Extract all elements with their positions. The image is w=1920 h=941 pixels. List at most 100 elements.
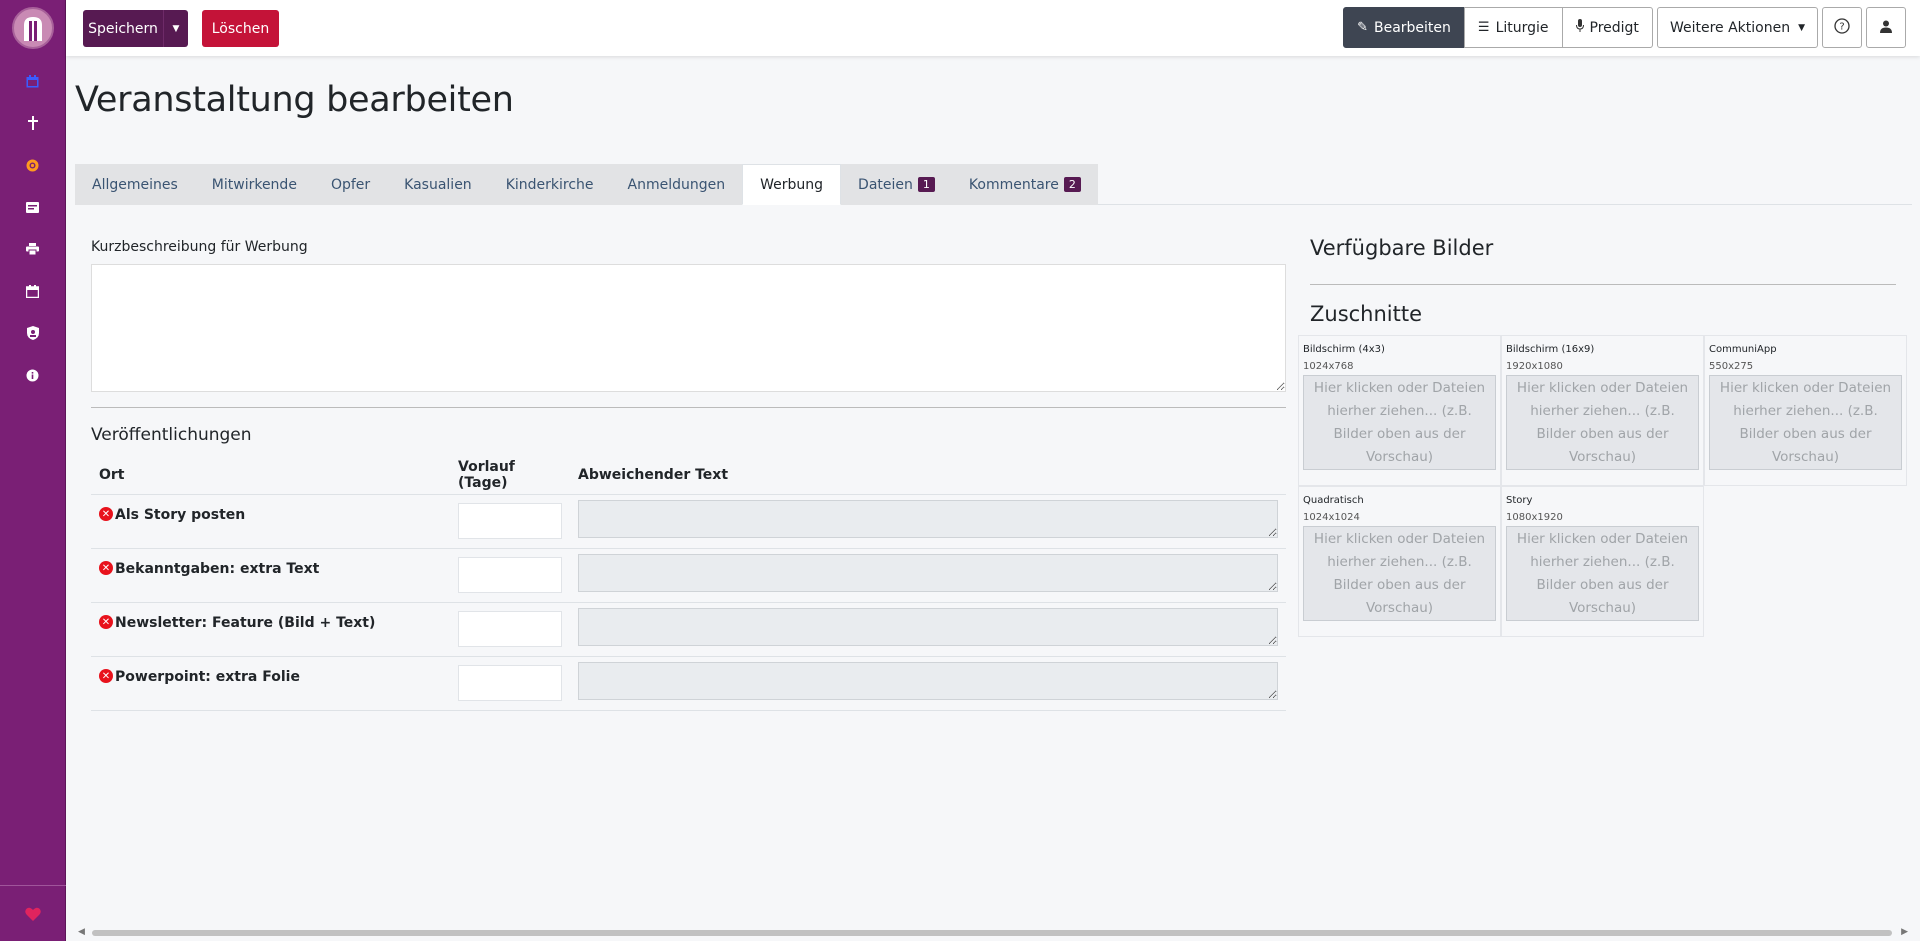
crops-heading: Zuschnitte bbox=[1310, 302, 1423, 326]
sidebar bbox=[0, 0, 66, 941]
tab-mitwirkende[interactable]: Mitwirkende bbox=[194, 164, 314, 205]
tab-anmeldungen[interactable]: Anmeldungen bbox=[610, 164, 743, 205]
remove-circle-icon[interactable]: ✕ bbox=[99, 561, 113, 575]
image-dropzone[interactable]: Hier klicken oder Dateien hierher ziehen… bbox=[1506, 526, 1699, 621]
tab-werbung[interactable]: Werbung bbox=[742, 164, 842, 205]
tab-opfer[interactable]: Opfer bbox=[313, 164, 388, 205]
save-button[interactable]: Speichern bbox=[83, 10, 163, 47]
short-description-textarea[interactable] bbox=[91, 264, 1286, 392]
user-button[interactable] bbox=[1866, 7, 1906, 48]
crop-slot: CommuniApp 550x275 Hier klicken oder Dat… bbox=[1704, 335, 1907, 486]
liturgy-view-button[interactable]: ☰ Liturgie bbox=[1463, 7, 1563, 48]
edit-view-label: Bearbeiten bbox=[1373, 19, 1451, 36]
divider bbox=[1310, 284, 1896, 285]
short-description-label: Kurzbeschreibung für Werbung bbox=[91, 239, 308, 255]
crop-size: 1920x1080 bbox=[1506, 361, 1563, 372]
count-badge: 2 bbox=[1063, 177, 1081, 192]
lead-days-input[interactable] bbox=[458, 665, 562, 701]
tab-dateien[interactable]: Dateien 1 bbox=[841, 164, 952, 205]
globe-icon[interactable] bbox=[0, 144, 66, 186]
top-toolbar: Speichern ▼ Löschen ✎ Bearbeiten ☰ Litur… bbox=[66, 0, 1920, 56]
table-row: ✕ Newsletter: Feature (Bild + Text) bbox=[91, 602, 1286, 657]
info-icon[interactable] bbox=[0, 354, 66, 396]
tab-label: Kasualien bbox=[404, 176, 472, 193]
scrollbar-thumb[interactable] bbox=[92, 930, 1892, 936]
column-header-ort: Ort bbox=[91, 456, 450, 495]
list-icon: ☰ bbox=[1477, 20, 1490, 35]
remove-circle-icon[interactable]: ✕ bbox=[99, 669, 113, 683]
publication-name: Als Story posten bbox=[115, 507, 246, 523]
crop-slot: Bildschirm (16x9) 1920x1080 Hier klicken… bbox=[1501, 335, 1704, 486]
tab-label: Kommentare bbox=[968, 176, 1059, 193]
tab-label: Dateien bbox=[858, 176, 913, 193]
table-row: ✕ Als Story posten bbox=[91, 494, 1286, 549]
lead-days-input[interactable] bbox=[458, 503, 562, 539]
question-circle-icon: ? bbox=[1834, 17, 1850, 38]
toolbar-right: ✎ Bearbeiten ☰ Liturgie Predigt Weitere … bbox=[1343, 7, 1906, 48]
tab-label: Kinderkirche bbox=[505, 176, 594, 193]
alternate-text-input[interactable] bbox=[578, 662, 1278, 700]
crop-slot: Bildschirm (4x3) 1024x768 Hier klicken o… bbox=[1298, 335, 1501, 486]
caret-down-icon: ▼ bbox=[1798, 22, 1805, 33]
sermon-view-button[interactable]: Predigt bbox=[1561, 7, 1653, 48]
printer-icon[interactable] bbox=[0, 228, 66, 270]
logo-icon bbox=[11, 7, 54, 49]
alternate-text-input[interactable] bbox=[578, 500, 1278, 538]
microphone-icon bbox=[1575, 19, 1584, 36]
card-icon[interactable] bbox=[0, 186, 66, 228]
calendar-grid-icon[interactable] bbox=[0, 270, 66, 312]
tab-allgemeines[interactable]: Allgemeines bbox=[75, 164, 195, 205]
liturgy-view-label: Liturgie bbox=[1495, 19, 1549, 36]
horizontal-scrollbar[interactable]: ◀ ▶ bbox=[78, 927, 1908, 937]
more-actions-button[interactable]: Weitere Aktionen ▼ bbox=[1656, 7, 1818, 48]
lead-days-input[interactable] bbox=[458, 557, 562, 593]
divider bbox=[91, 407, 1286, 408]
help-button[interactable]: ? bbox=[1822, 7, 1862, 48]
remove-circle-icon[interactable]: ✕ bbox=[99, 615, 113, 629]
scroll-left-arrow-icon[interactable]: ◀ bbox=[78, 927, 85, 937]
crop-name: CommuniApp bbox=[1709, 344, 1777, 355]
table-row: ✕ Bekanntgaben: extra Text bbox=[91, 548, 1286, 603]
crop-size: 1024x768 bbox=[1303, 361, 1354, 372]
column-header-text: Abweichender Text bbox=[570, 456, 1286, 495]
publication-name: Newsletter: Feature (Bild + Text) bbox=[115, 615, 376, 631]
view-switch-group: ✎ Bearbeiten ☰ Liturgie Predigt bbox=[1343, 7, 1653, 48]
lead-days-input[interactable] bbox=[458, 611, 562, 647]
remove-circle-icon[interactable]: ✕ bbox=[99, 507, 113, 521]
crop-slot: Quadratisch 1024x1024 Hier klicken oder … bbox=[1298, 486, 1501, 637]
heart-icon[interactable] bbox=[0, 885, 66, 941]
calendar-icon[interactable] bbox=[0, 60, 66, 102]
user-icon bbox=[1880, 18, 1892, 37]
caret-down-icon: ▼ bbox=[172, 23, 180, 34]
image-dropzone[interactable]: Hier klicken oder Dateien hierher ziehen… bbox=[1709, 375, 1902, 470]
scroll-right-arrow-icon[interactable]: ▶ bbox=[1901, 927, 1908, 937]
tab-kasualien[interactable]: Kasualien bbox=[387, 164, 489, 205]
cross-icon[interactable] bbox=[0, 102, 66, 144]
crop-slot: Story 1080x1920 Hier klicken oder Dateie… bbox=[1501, 486, 1704, 637]
table-row: ✕ Powerpoint: extra Folie bbox=[91, 656, 1286, 711]
alternate-text-input[interactable] bbox=[578, 554, 1278, 592]
save-dropdown-toggle[interactable]: ▼ bbox=[163, 10, 188, 47]
crop-size: 550x275 bbox=[1709, 361, 1754, 372]
tab-kinderkirche[interactable]: Kinderkirche bbox=[488, 164, 611, 205]
page-title: Veranstaltung bearbeiten bbox=[75, 80, 514, 120]
image-dropzone[interactable]: Hier klicken oder Dateien hierher ziehen… bbox=[1506, 375, 1699, 470]
image-dropzone[interactable]: Hier klicken oder Dateien hierher ziehen… bbox=[1303, 526, 1496, 621]
image-dropzone[interactable]: Hier klicken oder Dateien hierher ziehen… bbox=[1303, 375, 1496, 470]
tab-kommentare[interactable]: Kommentare 2 bbox=[951, 164, 1098, 205]
alternate-text-input[interactable] bbox=[578, 608, 1278, 646]
tab-label: Mitwirkende bbox=[211, 176, 297, 193]
svg-text:?: ? bbox=[1839, 21, 1844, 32]
tab-label: Werbung bbox=[760, 176, 824, 193]
publications-heading: Veröffentlichungen bbox=[91, 425, 252, 445]
tab-label: Anmeldungen bbox=[627, 176, 726, 193]
delete-button[interactable]: Löschen bbox=[202, 10, 279, 47]
shield-user-icon[interactable] bbox=[0, 312, 66, 354]
edit-view-button[interactable]: ✎ Bearbeiten bbox=[1343, 7, 1465, 48]
crop-size: 1080x1920 bbox=[1506, 512, 1563, 523]
crop-name: Bildschirm (4x3) bbox=[1303, 344, 1385, 355]
publication-name: Powerpoint: extra Folie bbox=[115, 669, 300, 685]
app-logo[interactable] bbox=[0, 0, 66, 56]
available-images-heading: Verfügbare Bilder bbox=[1310, 236, 1494, 260]
tab-label: Allgemeines bbox=[92, 176, 178, 193]
